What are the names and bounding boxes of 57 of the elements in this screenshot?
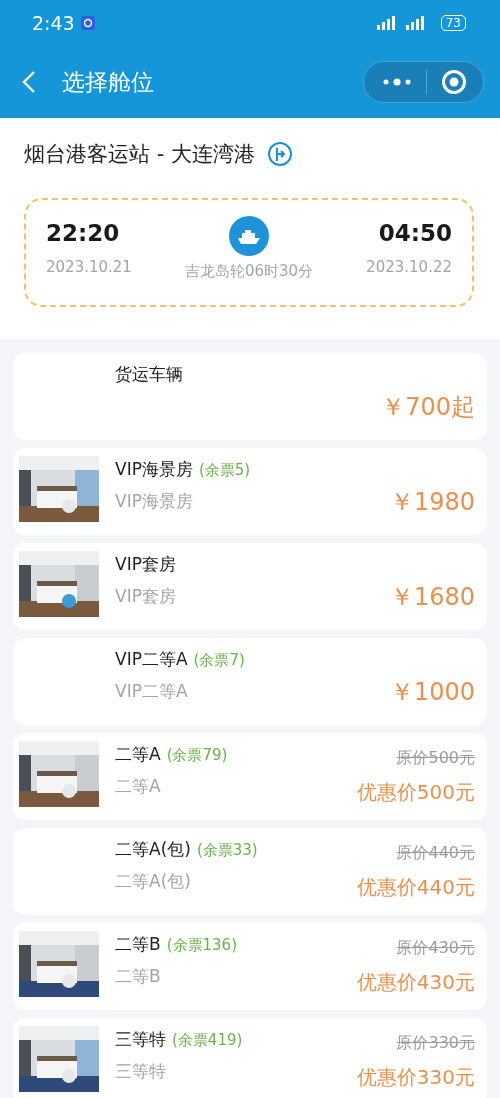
arrival-date: 2023.10.22 xyxy=(366,258,452,276)
cabin-price: ￥1000 xyxy=(389,676,475,708)
back-icon[interactable] xyxy=(22,70,36,94)
discount-price: 优惠价330元 xyxy=(356,1063,475,1091)
cabin-name: 二等A xyxy=(115,743,161,766)
route-title: 烟台港客运站 - 大连湾港 xyxy=(24,141,255,168)
cabin-card[interactable]: 二等A(包) (余票33) 二等A(包) 原价440元 优惠价440元 xyxy=(13,828,487,915)
cabin-subtitle: VIP套房 xyxy=(115,585,177,608)
discount-price: 优惠价430元 xyxy=(356,968,475,996)
close-icon[interactable] xyxy=(441,69,467,95)
arrival-time: 04:50 xyxy=(378,220,452,246)
cabin-name: VIP套房 xyxy=(115,553,176,576)
cabin-name: VIP二等A xyxy=(115,648,188,671)
original-price: 原价500元 xyxy=(396,747,475,769)
cabin-subtitle: 二等A(包) xyxy=(115,870,192,893)
cabin-card[interactable]: VIP二等A (余票7) VIP二等A ￥1000 xyxy=(13,638,487,725)
cabin-subtitle: 三等特 xyxy=(115,1060,167,1083)
original-price: 原价330元 xyxy=(396,1032,475,1054)
cabin-subtitle: VIP二等A xyxy=(115,680,189,703)
remaining-tickets: (余票5) xyxy=(198,461,251,480)
discount-price: 优惠价500元 xyxy=(356,778,475,806)
original-price: 原价440元 xyxy=(396,842,475,864)
cabin-subtitle: 二等B xyxy=(115,965,162,988)
cabin-card[interactable]: 二等A (余票79) 二等A 原价500元 优惠价500元 xyxy=(13,733,487,820)
remaining-tickets: (余票419) xyxy=(172,1031,243,1050)
cabin-card[interactable]: 货运车辆 ￥700起 xyxy=(13,353,487,440)
cabin-name: 二等B xyxy=(115,933,161,956)
remaining-tickets: (余票79) xyxy=(166,746,228,765)
remaining-tickets: (余票33) xyxy=(196,841,258,860)
cabin-name: 三等特 xyxy=(115,1028,166,1051)
capsule-menu[interactable] xyxy=(363,61,484,103)
cabin-name: 货运车辆 xyxy=(115,363,183,386)
more-icon[interactable] xyxy=(382,77,412,87)
discount-price: 优惠价440元 xyxy=(356,873,475,901)
cabin-card[interactable]: VIP海景房 (余票5) VIP海景房 ￥1980 xyxy=(13,448,487,535)
departure-date: 2023.10.21 xyxy=(46,258,132,276)
route-icon[interactable] xyxy=(266,141,293,167)
status-time: 2:43 xyxy=(32,12,75,34)
page-title: 选择舱位 xyxy=(62,67,154,97)
cabin-card[interactable]: VIP套房 VIP套房 ￥1680 xyxy=(13,543,487,630)
original-price: 原价430元 xyxy=(396,937,475,959)
ship-icon xyxy=(229,216,269,256)
cabin-subtitle: 二等A xyxy=(115,775,162,798)
remaining-tickets: (余票136) xyxy=(166,936,237,955)
battery-level: 73 xyxy=(440,15,466,31)
departure-time: 22:20 xyxy=(46,220,121,246)
remaining-tickets: (余票7) xyxy=(193,651,245,670)
cabin-card[interactable]: 三等特 (余票419) 三等特 原价330元 优惠价330元 xyxy=(13,1018,487,1098)
cabin-price: ￥1680 xyxy=(389,581,475,613)
cabin-card[interactable]: 二等B (余票136) 二等B 原价430元 优惠价430元 xyxy=(13,923,487,1010)
ship-duration: 吉龙岛轮06时30分 xyxy=(184,262,314,281)
cabin-price: ￥700起 xyxy=(381,391,475,423)
cabin-name: VIP海景房 xyxy=(115,458,193,481)
app-icon xyxy=(80,16,95,30)
cabin-name: 二等A(包) xyxy=(115,838,191,861)
cabin-subtitle: VIP海景房 xyxy=(115,490,194,513)
cabin-price: ￥1980 xyxy=(389,486,475,518)
